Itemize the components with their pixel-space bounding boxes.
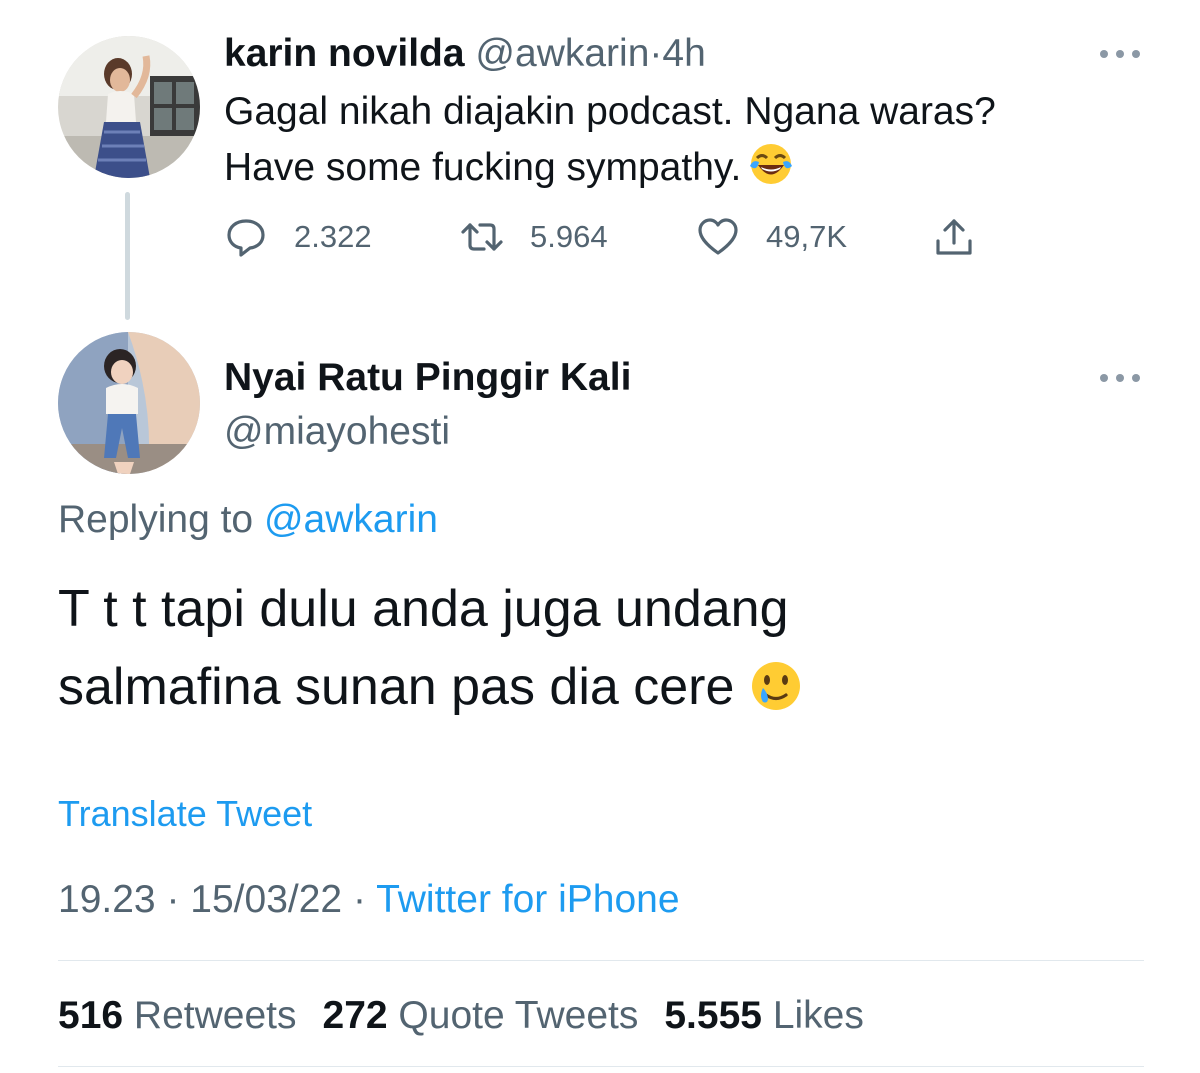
parent-author-handle[interactable]: @awkarin	[475, 32, 649, 75]
quote-tweets-stat-count: 272	[322, 994, 388, 1037]
parent-tweet-time[interactable]: 4h	[662, 32, 705, 75]
like-count: 49,7K	[766, 219, 848, 254]
retweets-stat-count: 516	[58, 994, 124, 1037]
tweet-date[interactable]: 15/03/22	[190, 878, 342, 921]
translate-tweet-link[interactable]: Translate Tweet	[58, 792, 312, 836]
parent-tweet-header: karin novilda @awkarin·4h	[224, 30, 706, 78]
replying-to-prefix: Replying to	[58, 498, 254, 541]
share-icon	[936, 219, 972, 255]
retweets-stat-label: Retweets	[133, 994, 297, 1037]
stats-top-divider	[58, 960, 1144, 961]
meta-separator-1: ·	[166, 878, 180, 921]
quote-tweets-stat-label: Quote Tweets	[398, 994, 639, 1037]
reply-icon	[227, 219, 265, 257]
reply-more-button[interactable]	[1090, 368, 1150, 388]
like-action[interactable]: 49,7K	[696, 215, 932, 259]
share-action[interactable]	[932, 215, 1002, 259]
more-dots-icon	[1100, 374, 1140, 382]
retweet-count: 5.964	[530, 219, 608, 254]
reply-author-handle[interactable]: @miayohesti	[224, 408, 450, 456]
tears-of-joy-emoji-icon	[750, 144, 793, 184]
retweets-stat[interactable]: 516 Retweets	[58, 992, 297, 1040]
more-dots-icon	[1100, 50, 1140, 58]
parent-author-name[interactable]: karin novilda	[224, 32, 465, 75]
reply-tweet-text: T t t tapi dulu anda juga undang salmafi…	[58, 570, 1158, 726]
meta-separator-2: ·	[352, 878, 366, 921]
tweet-source-link[interactable]: Twitter for iPhone	[376, 878, 679, 921]
reply-author-name[interactable]: Nyai Ratu Pinggir Kali	[224, 354, 631, 402]
parent-action-bar: 2.322 5.964 49,7K	[224, 212, 1002, 262]
thread-connector-line	[125, 192, 130, 320]
engagement-stats: 516 Retweets 272 Quote Tweets 5.555 Like…	[58, 992, 890, 1040]
retweet-icon	[461, 223, 503, 251]
quote-tweets-stat[interactable]: 272 Quote Tweets	[323, 992, 639, 1040]
likes-stat-label: Likes	[772, 994, 864, 1037]
replying-to-handle-link[interactable]: @awkarin	[264, 498, 438, 541]
reply-text-line-1: T t t tapi dulu anda juga undang	[58, 580, 789, 638]
likes-stat-count: 5.555	[664, 994, 762, 1037]
parent-text-line-1: Gagal nikah diajakin podcast. Ngana wara…	[224, 90, 996, 133]
reply-text-line-2: salmafina sunan pas dia cere	[58, 658, 735, 716]
reply-action[interactable]: 2.322	[224, 215, 460, 259]
likes-stat[interactable]: 5.555 Likes	[664, 992, 864, 1040]
parent-avatar[interactable]	[58, 36, 200, 178]
smiling-face-with-tear-emoji-icon	[752, 662, 801, 710]
parent-text-line-2: Have some fucking sympathy.	[224, 146, 742, 189]
tweet-time[interactable]: 19.23	[58, 878, 156, 921]
reply-count: 2.322	[294, 219, 372, 254]
parent-time-separator: ·	[649, 32, 663, 75]
stats-bottom-divider	[58, 1066, 1144, 1067]
replying-to-line: Replying to @awkarin	[58, 496, 438, 544]
reply-avatar[interactable]	[58, 332, 200, 474]
parent-more-button[interactable]	[1090, 44, 1150, 64]
parent-tweet-text: Gagal nikah diajakin podcast. Ngana wara…	[224, 84, 1124, 196]
tweet-metadata: 19.23 · 15/03/22 · Twitter for iPhone	[58, 876, 680, 924]
retweet-action[interactable]: 5.964	[460, 215, 696, 259]
heart-icon	[698, 218, 738, 255]
